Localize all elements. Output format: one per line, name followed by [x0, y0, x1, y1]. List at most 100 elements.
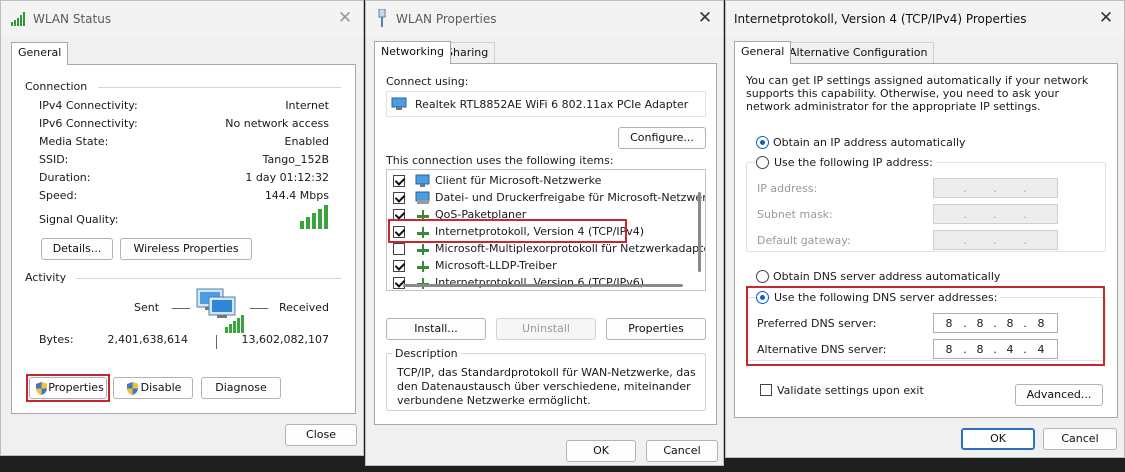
uninstall-button: Uninstall — [496, 318, 596, 340]
tab-general[interactable]: General — [734, 41, 792, 64]
highlight-box — [26, 374, 110, 402]
obtain-ip-auto-radio[interactable] — [756, 136, 769, 149]
duration-label: Duration: — [39, 171, 91, 184]
install-button[interactable]: Install... — [386, 318, 486, 340]
description-text: TCP/IP, das Standardprotokoll für WAN-Ne… — [397, 366, 696, 407]
wifi-signal-icon — [11, 12, 25, 26]
media-state-label: Media State: — [39, 135, 109, 148]
tab-networking[interactable]: Networking — [374, 41, 451, 64]
networking-panel: Connect using: Realtek RTL8852AE WiFi 6 … — [374, 63, 717, 425]
ip-address-label: IP address: — [757, 182, 818, 195]
adapter-field: Realtek RTL8852AE WiFi 6 802.11ax PCIe A… — [386, 91, 706, 117]
window-title: Internetprotokoll, Version 4 (TCP/IPv4) … — [734, 12, 1027, 26]
tab-general[interactable]: General — [11, 42, 69, 65]
use-following-ip-radio[interactable] — [756, 156, 769, 169]
ip-dot: . — [1023, 208, 1027, 221]
bytes-label: Bytes: — [39, 333, 74, 346]
connect-using-label: Connect using: — [386, 75, 469, 88]
disable-button[interactable]: Disable — [113, 377, 193, 399]
diagnose-button[interactable]: Diagnose — [201, 377, 281, 399]
network-adapter-icon — [378, 9, 386, 27]
activity-header: Activity — [25, 271, 67, 284]
cancel-button[interactable]: Cancel — [1043, 428, 1117, 450]
divider — [76, 278, 341, 279]
ipv6-connectivity-value: No network access — [225, 117, 329, 130]
general-panel: Connection IPv4 Connectivity: Internet I… — [11, 64, 356, 414]
network-client-icon — [415, 174, 430, 187]
close-button[interactable]: Close — [285, 424, 357, 446]
ip-dot: . — [993, 208, 997, 221]
ip-dot: . — [963, 182, 967, 195]
speed-label: Speed: — [39, 189, 78, 202]
disable-button-label: Disable — [140, 381, 182, 394]
protocol-icon — [417, 261, 429, 272]
obtain-ip-auto-label[interactable]: Obtain an IP address automatically — [773, 136, 966, 149]
static-ip-group: Use the following IP address: IP address… — [746, 156, 1106, 252]
item-checkbox[interactable] — [393, 192, 405, 204]
subnet-mask-label: Subnet mask: — [757, 208, 833, 221]
general-panel: You can get IP settings assigned automat… — [734, 63, 1118, 418]
info-text: You can get IP settings assigned automat… — [746, 74, 1089, 113]
shield-icon — [127, 382, 138, 395]
horizontal-scrollbar[interactable] — [403, 284, 683, 287]
validate-checkbox[interactable] — [760, 384, 772, 396]
adapter-name: Realtek RTL8852AE WiFi 6 802.11ax PCIe A… — [415, 98, 689, 111]
description-group: Description TCP/IP, das Standardprotokol… — [386, 347, 706, 411]
signal-bars-icon — [300, 205, 328, 229]
item-label: Microsoft-Multiplexorprotokoll für Netzw… — [435, 242, 706, 255]
protocol-icon — [417, 278, 429, 289]
configure-button[interactable]: Configure... — [618, 127, 706, 149]
window-title: WLAN Properties — [396, 12, 497, 26]
title-bar[interactable]: WLAN Properties ✕ — [366, 1, 723, 37]
tab-alternative-configuration[interactable]: Alternative Configuration — [782, 42, 935, 64]
subnet-mask-field: . . . — [933, 204, 1058, 224]
item-checkbox[interactable] — [393, 243, 405, 255]
bytes-sent-value: 2,401,638,614 — [107, 333, 188, 346]
file-sharing-icon — [415, 191, 430, 204]
close-icon[interactable]: ✕ — [1096, 7, 1116, 29]
protocol-icon — [417, 244, 429, 255]
details-button[interactable]: Details... — [41, 238, 113, 260]
ok-button[interactable]: OK — [566, 440, 636, 462]
item-label: Microsoft-LLDP-Treiber — [435, 259, 557, 272]
obtain-dns-auto-label[interactable]: Obtain DNS server address automatically — [773, 270, 1000, 283]
item-label: Internetprotokoll, Version 6 (TCP/IPv6) — [435, 276, 645, 289]
wlan-properties-window: WLAN Properties ✕ Networking Sharing Con… — [365, 0, 724, 466]
scrollbar-thumb[interactable] — [698, 192, 701, 272]
divider — [98, 87, 341, 88]
close-icon[interactable]: ✕ — [335, 7, 355, 29]
ipv4-connectivity-label: IPv4 Connectivity: — [39, 99, 138, 112]
properties-button[interactable]: Properties — [606, 318, 706, 340]
vertical-scrollbar[interactable] — [695, 174, 703, 286]
signal-quality-label: Signal Quality: — [39, 213, 119, 226]
sent-dash — [172, 308, 190, 309]
received-dash — [250, 308, 268, 309]
title-bar[interactable]: Internetprotokoll, Version 4 (TCP/IPv4) … — [726, 1, 1124, 37]
obtain-dns-auto-radio[interactable] — [756, 270, 769, 283]
ip-address-field: . . . — [933, 178, 1058, 198]
bytes-received-value: 13,602,082,107 — [241, 333, 329, 346]
use-following-ip-label[interactable]: Use the following IP address: — [771, 156, 936, 169]
item-checkbox[interactable] — [393, 175, 405, 187]
network-computers-icon — [196, 288, 244, 333]
advanced-button[interactable]: Advanced... — [1015, 384, 1103, 406]
cancel-button[interactable]: Cancel — [646, 440, 718, 462]
item-label: Datei- und Druckerfreigabe für Microsoft… — [435, 191, 706, 204]
highlight-box — [388, 219, 627, 243]
ipv4-properties-window: Internetprotokoll, Version 4 (TCP/IPv4) … — [725, 0, 1125, 458]
close-icon[interactable]: ✕ — [695, 7, 715, 29]
default-gateway-field: . . . — [933, 230, 1058, 250]
item-checkbox[interactable] — [393, 277, 405, 289]
validate-label[interactable]: Validate settings upon exit — [777, 384, 924, 397]
ok-button[interactable]: OK — [961, 428, 1035, 450]
default-gateway-label: Default gateway: — [757, 234, 851, 247]
window-title: WLAN Status — [33, 12, 112, 26]
ip-dot: . — [993, 182, 997, 195]
media-state-value: Enabled — [284, 135, 329, 148]
sent-label: Sent — [134, 301, 160, 314]
network-card-icon — [391, 97, 407, 110]
wireless-properties-button[interactable]: Wireless Properties — [120, 238, 252, 260]
item-checkbox[interactable] — [393, 260, 405, 272]
title-bar[interactable]: WLAN Status ✕ — [1, 1, 363, 37]
item-label: Client für Microsoft-Netzwerke — [435, 174, 602, 187]
